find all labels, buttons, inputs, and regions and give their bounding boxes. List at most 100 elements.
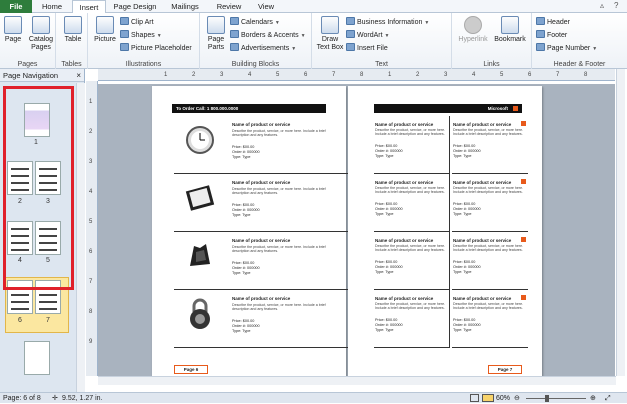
logo-square-icon — [521, 295, 526, 300]
borders-accents-button[interactable]: Borders & Accents ▼ — [230, 30, 306, 41]
logo-square-icon — [521, 179, 526, 184]
close-icon[interactable]: × — [76, 69, 81, 82]
page-7[interactable]: Microsoft Page 7 Name of product or serv… — [348, 86, 542, 378]
main-horizontal-scrollbar[interactable] — [98, 376, 616, 385]
product-type: Type: Type — [232, 213, 251, 217]
shapes-button[interactable]: Shapes ▼ — [120, 30, 162, 41]
product-type: Type: Type — [453, 328, 472, 332]
tab-file[interactable]: File — [0, 0, 32, 13]
page-number-icon — [536, 43, 545, 51]
single-page-view-icon[interactable] — [470, 394, 479, 402]
clip-art-icon — [120, 17, 129, 25]
product-row[interactable]: Name of product or service Describe the p… — [174, 116, 352, 174]
page-number-tag: Page 7 — [488, 365, 522, 374]
main-vertical-scrollbar[interactable] — [616, 69, 625, 376]
chevron-down-icon: ▼ — [156, 33, 162, 39]
product-cell[interactable]: Name of product or service Describe the p… — [452, 116, 528, 174]
wordart-button[interactable]: WordArt ▼ — [346, 30, 390, 41]
product-type: Type: Type — [375, 328, 394, 332]
catalog-pages-icon — [32, 16, 50, 34]
product-row[interactable]: Name of product or service Describe the p… — [174, 232, 352, 290]
tab-review[interactable]: Review — [210, 0, 248, 13]
product-cell[interactable]: Name of product or service Describe the p… — [452, 174, 528, 232]
page-button[interactable]: Page — [3, 16, 23, 44]
page-parts-button[interactable]: Page Parts — [203, 16, 229, 52]
hyperlink-button[interactable]: Hyperlink — [456, 16, 490, 44]
tab-view[interactable]: View — [252, 0, 280, 13]
zoom-in-icon[interactable]: ⊕ — [590, 393, 596, 404]
page-thumbnail-8[interactable] — [24, 341, 50, 375]
product-cell[interactable]: Name of product or service Describe the p… — [452, 232, 528, 290]
two-page-view-icon[interactable] — [482, 394, 494, 402]
product-cell[interactable]: Name of product or service Describe the p… — [374, 290, 450, 348]
ruler-number: 1 — [164, 72, 168, 78]
product-cell[interactable]: Name of product or service Describe the p… — [374, 174, 450, 232]
order-header-bar: To Order Call: 1 800.000.0000 — [172, 104, 326, 113]
text-box-icon — [321, 16, 339, 34]
table-button[interactable]: Table — [62, 16, 84, 44]
business-information-button[interactable]: Business Information ▼ — [346, 17, 429, 28]
product-title: Name of product or service — [232, 296, 291, 301]
zoom-level[interactable]: 60% — [496, 393, 510, 404]
advertisements-button[interactable]: Advertisements ▼ — [230, 43, 296, 54]
group-links: Hyperlink Bookmark Links — [452, 13, 532, 69]
product-details: Price: $00.00 Order #: 000000 Type: Type — [375, 260, 403, 275]
picture-button[interactable]: Picture — [92, 16, 118, 44]
group-header-footer: Header Footer Page Number ▼ Header & Foot… — [532, 13, 627, 69]
tab-insert[interactable]: Insert — [72, 0, 106, 14]
page-number-button[interactable]: Page Number ▼ — [536, 43, 597, 54]
calendars-button[interactable]: Calendars ▼ — [230, 17, 280, 28]
catalog-pages-button[interactable]: Catalog Pages — [26, 16, 56, 52]
product-cell[interactable]: Name of product or service Describe the p… — [374, 116, 450, 174]
product-type: Type: Type — [453, 212, 472, 216]
page-parts-icon — [207, 16, 225, 34]
navigation-scrollbar[interactable] — [76, 83, 85, 392]
ruler-number: 3 — [444, 72, 448, 78]
minimize-ribbon-icon[interactable]: ▵ — [600, 1, 604, 10]
ruler-number: 2 — [89, 129, 93, 135]
insert-file-button[interactable]: Insert File — [346, 43, 388, 54]
ruler-number: 9 — [89, 339, 93, 345]
footer-button[interactable]: Footer — [536, 30, 567, 41]
ruler-number: 7 — [556, 72, 560, 78]
header-button[interactable]: Header — [536, 17, 570, 28]
zoom-slider-thumb[interactable] — [545, 395, 549, 402]
zoom-slider[interactable] — [526, 398, 586, 399]
ruler-number: 4 — [248, 72, 252, 78]
product-details: Price: $00.00 Order #: 000000 Type: Type — [232, 203, 260, 218]
picture-placeholder-icon — [120, 43, 129, 51]
tab-home[interactable]: Home — [36, 0, 68, 13]
chevron-down-icon: ▼ — [300, 33, 306, 39]
product-title: Name of product or service — [375, 238, 434, 243]
product-cell[interactable]: Name of product or service Describe the p… — [452, 290, 528, 348]
horizontal-ruler: 1 2 3 4 5 6 7 8 1 2 3 4 5 6 7 8 — [98, 69, 615, 81]
product-row[interactable]: Name of product or service Describe the p… — [174, 290, 352, 348]
ruler-number: 6 — [304, 72, 308, 78]
company-header-bar: Microsoft — [374, 104, 522, 113]
product-row[interactable]: Name of product or service Describe the p… — [174, 174, 352, 232]
logo-square-icon — [521, 237, 526, 242]
product-title: Name of product or service — [232, 180, 291, 185]
zoom-out-icon[interactable]: ⊖ — [514, 393, 520, 404]
ribbon: Page Catalog Pages Pages Table Tables Pi… — [0, 13, 627, 69]
help-icon[interactable]: ? — [614, 1, 618, 10]
tab-mailings[interactable]: Mailings — [164, 0, 206, 13]
product-cell[interactable]: Name of product or service Describe the p… — [374, 232, 450, 290]
page-6[interactable]: To Order Call: 1 800.000.0000 Page 6 Nam… — [152, 86, 352, 378]
product-details: Price: $00.00 Order #: 000000 Type: Type — [375, 144, 403, 159]
chevron-down-icon: ▼ — [424, 20, 430, 26]
product-details: Price: $00.00 Order #: 000000 Type: Type — [232, 319, 260, 334]
clip-art-button[interactable]: Clip Art — [120, 17, 154, 28]
ruler-number: 8 — [89, 309, 93, 315]
page-indicator[interactable]: Page: 6 of 8 — [3, 393, 41, 404]
draw-text-box-button[interactable]: Draw Text Box — [315, 16, 345, 52]
shapes-icon — [120, 30, 129, 38]
tab-page-design[interactable]: Page Design — [110, 0, 160, 13]
ruler-number: 6 — [528, 72, 532, 78]
fit-page-icon[interactable]: ⤢ — [605, 393, 611, 404]
footer-icon — [536, 30, 545, 38]
product-details: Price: $00.00 Order #: 000000 Type: Type — [453, 144, 481, 159]
bookmark-button[interactable]: Bookmark — [492, 16, 528, 44]
picture-placeholder-button[interactable]: Picture Placeholder — [120, 43, 192, 54]
product-type: Type: Type — [232, 271, 251, 275]
